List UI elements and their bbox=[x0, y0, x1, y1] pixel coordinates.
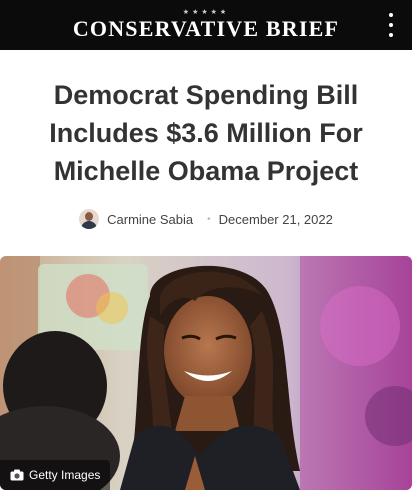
vertical-dots-icon bbox=[389, 13, 393, 17]
byline: Carmine Sabia • December 21, 2022 bbox=[0, 208, 412, 230]
site-header: ★★★★★ CONSERVATIVE BRIEF bbox=[0, 0, 412, 50]
author-name[interactable]: Carmine Sabia bbox=[107, 212, 193, 227]
photo-illustration bbox=[0, 256, 412, 490]
author-avatar[interactable] bbox=[79, 209, 100, 229]
menu-button[interactable] bbox=[386, 13, 396, 37]
article-headline: Democrat Spending Bill Includes $3.6 Mil… bbox=[49, 80, 363, 186]
site-logo[interactable]: ★★★★★ CONSERVATIVE BRIEF bbox=[73, 9, 339, 41]
photo-credit-text: Getty Images bbox=[29, 468, 101, 482]
photo-credit: Getty Images bbox=[0, 460, 111, 490]
article-photo[interactable]: Getty Images bbox=[0, 256, 412, 490]
camera-icon bbox=[10, 469, 24, 481]
byline-separator: • bbox=[207, 213, 211, 225]
logo-stars: ★★★★★ bbox=[182, 8, 230, 16]
publish-date: December 21, 2022 bbox=[218, 211, 333, 227]
site-name: CONSERVATIVE BRIEF bbox=[72, 16, 340, 41]
